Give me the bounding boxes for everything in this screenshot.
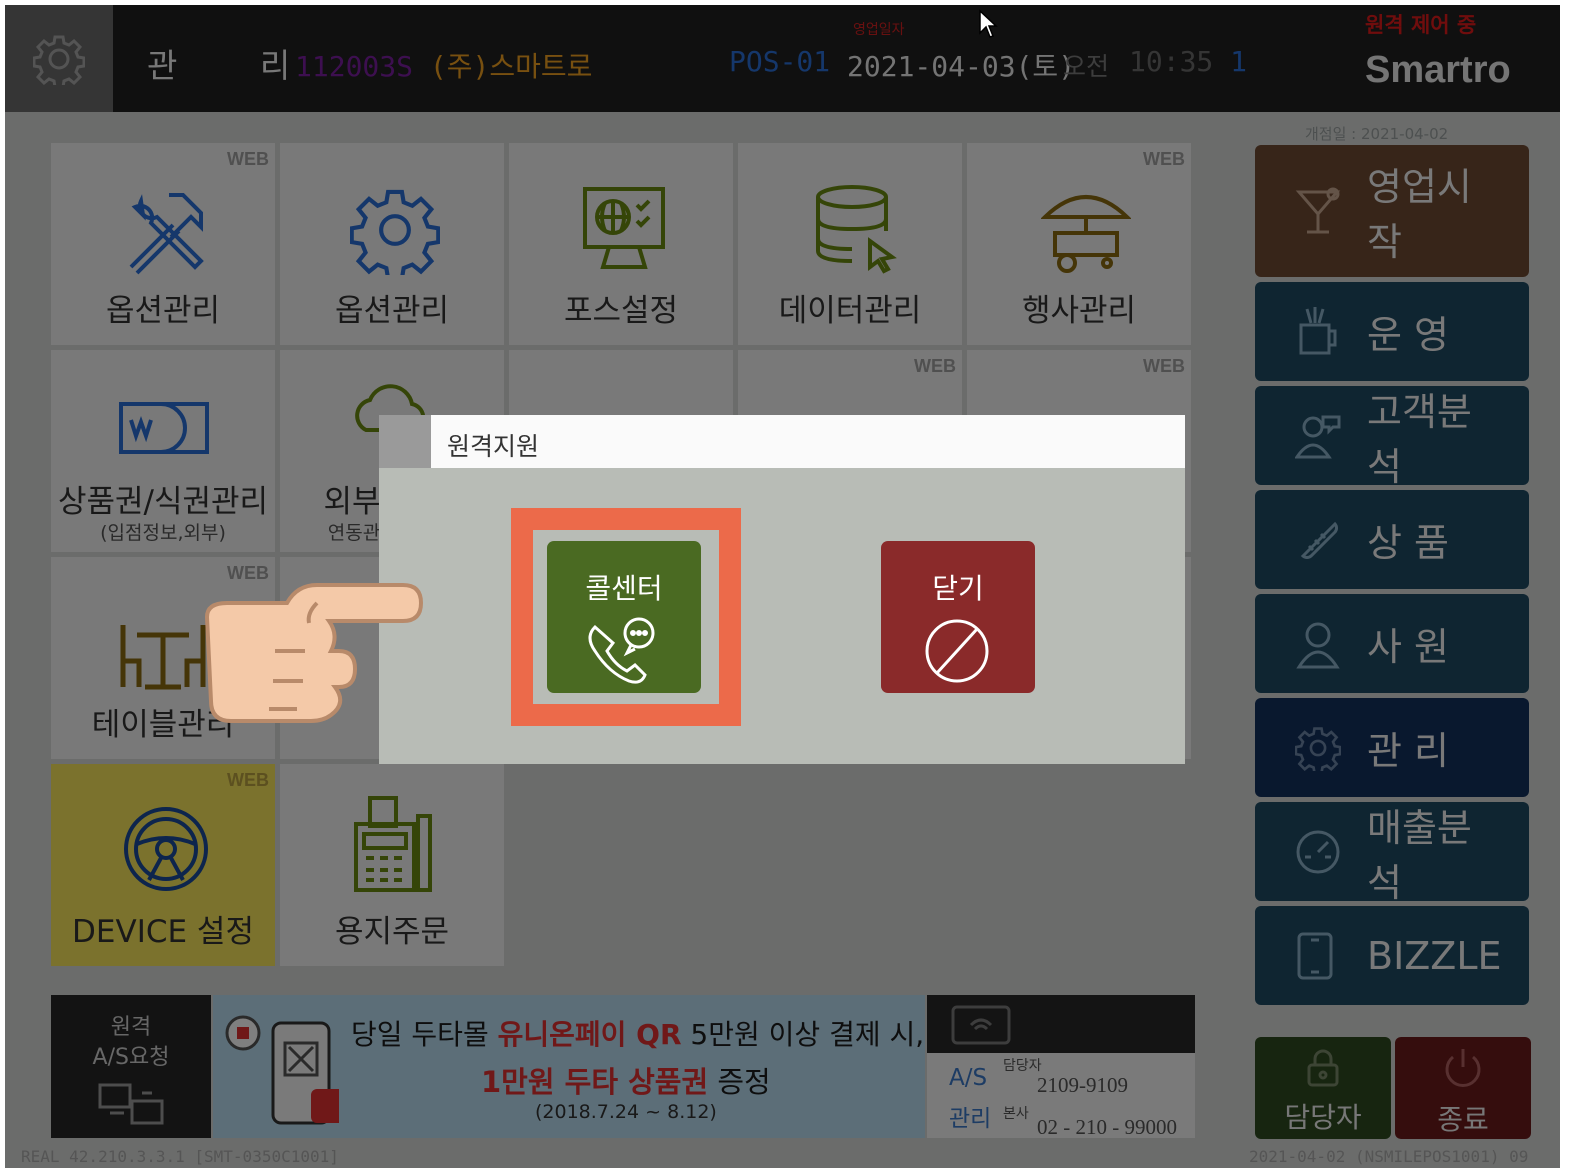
remote-support-dialog: 원격지원 콜센터 닫기 (379, 415, 1185, 764)
pointing-hand-icon (204, 583, 424, 723)
prohibit-icon (925, 619, 989, 683)
dialog-titlebar: 원격지원 (379, 415, 1185, 468)
close-button[interactable]: 닫기 (881, 541, 1035, 693)
call-center-button[interactable]: 콜센터 (547, 541, 701, 693)
pos-screen: 관 리 112003S (주)스마트로 POS-01 영업일자 2021-04-… (5, 5, 1560, 1168)
dialog-title: 원격지원 (447, 432, 540, 461)
phone-chat-icon (588, 617, 655, 684)
mouse-cursor-icon (979, 9, 998, 38)
call-center-label: 콜센터 (585, 572, 663, 605)
close-label: 닫기 (932, 572, 984, 605)
dialog-title-marker (379, 415, 431, 468)
